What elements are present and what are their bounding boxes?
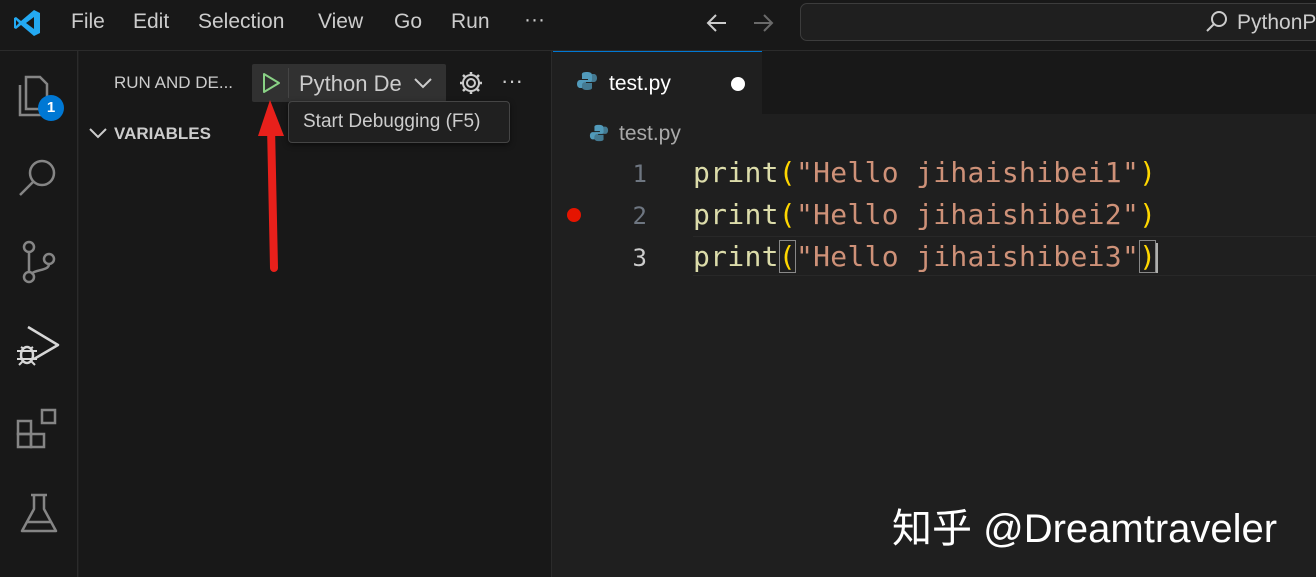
python-file-icon — [589, 124, 609, 142]
play-icon — [263, 73, 280, 93]
code-line[interactable]: print("Hello jihaishibei1") — [693, 156, 1156, 190]
menu-edit[interactable]: Edit — [133, 10, 169, 34]
more-actions-icon[interactable]: ··· — [501, 68, 523, 94]
search-text: PythonPr — [1237, 11, 1316, 34]
chevron-down-icon — [414, 78, 432, 89]
start-debugging-tooltip: Start Debugging (F5) — [288, 101, 510, 143]
run-debug-button[interactable] — [14, 321, 64, 371]
extensions-icon — [16, 408, 57, 449]
code-function: print — [693, 240, 779, 273]
source-control-button[interactable] — [14, 237, 64, 287]
menu-selection[interactable]: Selection — [198, 10, 284, 34]
tooltip-text: Start Debugging (F5) — [303, 111, 481, 132]
annotation-arrow — [258, 100, 284, 272]
code-string: "Hello jihaishibei1" — [795, 156, 1140, 189]
vscode-logo-icon — [14, 10, 40, 36]
gear-icon[interactable] — [458, 70, 484, 96]
code-paren-match: ( — [778, 240, 796, 273]
menu-file[interactable]: File — [71, 10, 105, 34]
debug-config-dropdown[interactable]: Python De — [289, 64, 446, 102]
breakpoint-icon[interactable] — [567, 208, 581, 222]
line-number[interactable]: 2 — [603, 199, 647, 233]
menu-more[interactable]: ··· — [524, 8, 545, 32]
line-number[interactable]: 1 — [603, 157, 647, 191]
code-paren: ) — [1139, 198, 1157, 231]
explorer-button[interactable]: 1 — [14, 71, 64, 121]
flask-icon — [20, 493, 58, 533]
code-function: print — [693, 198, 779, 231]
run-and-debug-sidebar: RUN AND DE... Python De ··· Start Debugg… — [79, 51, 552, 577]
explorer-badge: 1 — [38, 95, 64, 121]
text-cursor — [1156, 243, 1159, 273]
code-line[interactable]: print("Hello jihaishibei2") — [693, 198, 1156, 232]
watermark: 知乎 @Dreamtraveler — [892, 507, 1278, 551]
search-icon — [19, 159, 56, 196]
command-center-search[interactable]: PythonPr — [800, 3, 1316, 41]
back-arrow-icon[interactable] — [704, 11, 730, 35]
tab-test-py[interactable]: test.py — [553, 51, 762, 114]
code-line[interactable]: print("Hello jihaishibei3") — [693, 240, 1159, 274]
search-icon — [1206, 11, 1227, 32]
tab-label: test.py — [609, 72, 671, 95]
unsaved-dot-icon[interactable] — [731, 77, 745, 91]
search-view-button[interactable] — [14, 153, 64, 203]
chevron-down-icon[interactable] — [88, 125, 108, 141]
forward-arrow-icon[interactable] — [750, 11, 776, 35]
menu-view[interactable]: View — [318, 10, 363, 34]
title-bar: File Edit Selection View Go Run ··· Pyth… — [0, 0, 1316, 51]
source-control-icon — [22, 240, 56, 284]
python-file-icon — [577, 72, 597, 90]
run-debug-icon — [17, 325, 60, 366]
menu-run[interactable]: Run — [451, 10, 490, 34]
code-function: print — [693, 156, 779, 189]
activity-bar: 1 — [0, 51, 78, 577]
code-string: "Hello jihaishibei3" — [795, 240, 1140, 273]
code-paren-match: ) — [1139, 240, 1157, 273]
sidebar-title: RUN AND DE... — [114, 73, 234, 92]
code-paren: ) — [1139, 156, 1157, 189]
extensions-button[interactable] — [14, 405, 64, 455]
code-paren: ( — [778, 156, 796, 189]
variables-section-header[interactable]: VARIABLES — [114, 124, 211, 144]
testing-button[interactable] — [14, 489, 64, 539]
code-paren: ( — [778, 198, 796, 231]
line-number[interactable]: 3 — [603, 241, 647, 275]
menu-go[interactable]: Go — [394, 10, 422, 34]
breadcrumb[interactable]: test.py — [619, 122, 681, 146]
debug-config-label: Python De — [299, 71, 402, 96]
code-string: "Hello jihaishibei2" — [795, 198, 1140, 231]
